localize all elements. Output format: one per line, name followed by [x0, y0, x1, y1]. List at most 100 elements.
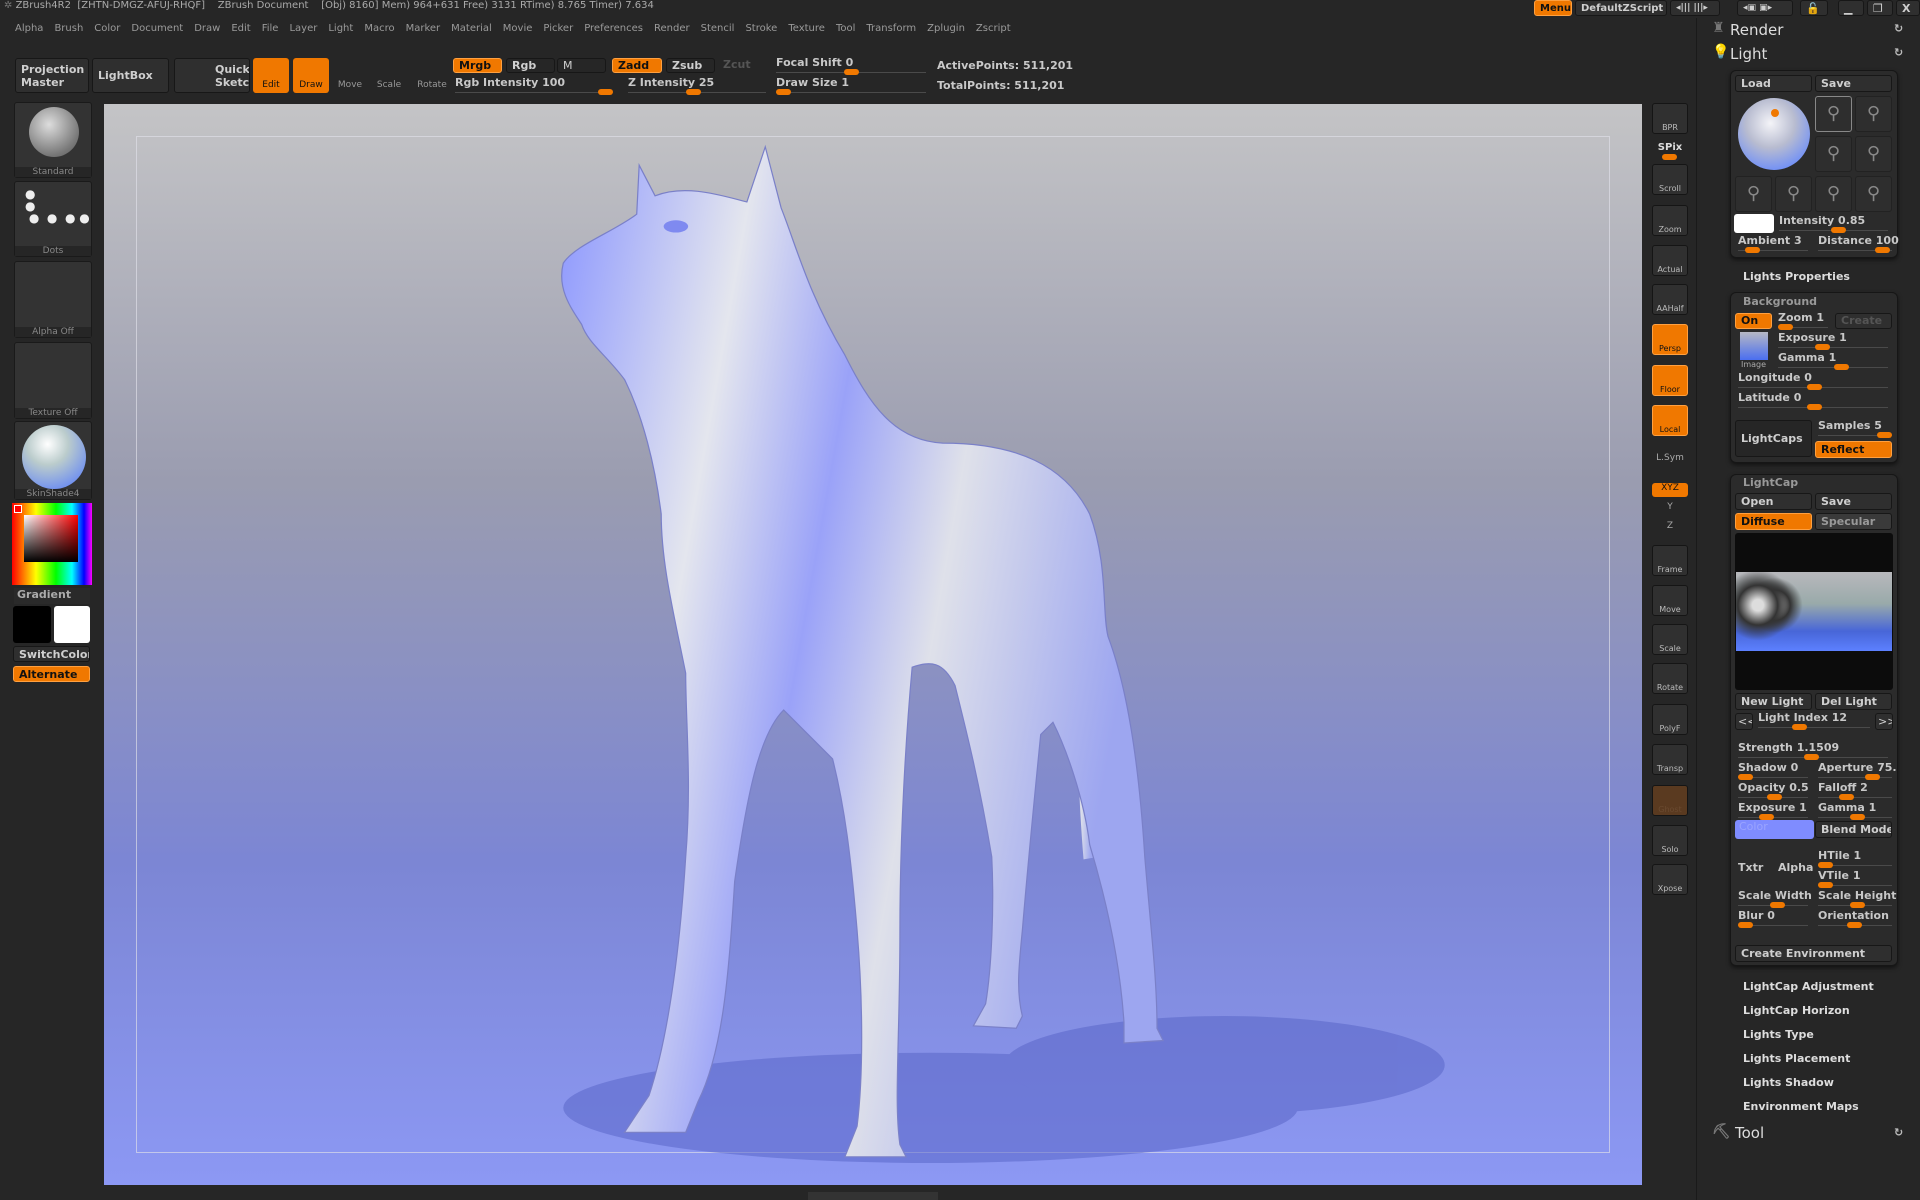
lightcap-vtile-slider[interactable]: VTile 1 — [1818, 869, 1892, 889]
secondary-color-swatch[interactable] — [54, 606, 90, 643]
menu-color[interactable]: Color — [94, 23, 120, 34]
lightcap-exposure-slider[interactable]: Exposure 1 — [1738, 801, 1808, 821]
z-intensity-slider[interactable]: Z Intensity 25 — [628, 76, 766, 96]
menu-movie[interactable]: Movie — [503, 23, 533, 34]
blend-mode-button[interactable]: Blend Mode — [1815, 821, 1892, 838]
intensity-slider[interactable]: Intensity 0.85 — [1779, 214, 1888, 234]
main-color-swatch[interactable] — [13, 606, 51, 643]
menu-light[interactable]: Light — [328, 23, 353, 34]
slider-knob[interactable] — [686, 89, 701, 95]
lightcap-blur-slider[interactable]: Blur 0 — [1738, 909, 1808, 929]
environment-maps-header[interactable]: Environment Maps — [1743, 1100, 1859, 1113]
txtr-button[interactable]: Txtr — [1738, 861, 1763, 874]
shelf-polyf-button[interactable]: PolyF — [1652, 704, 1688, 735]
lightcap-preview[interactable] — [1735, 533, 1893, 690]
restore-icon[interactable]: ❐ — [1867, 0, 1893, 16]
shelf-floor-button[interactable]: Floor — [1652, 365, 1688, 396]
lightcap-orientation-slider[interactable]: Orientation — [1818, 909, 1892, 929]
next-light-button[interactable]: >> — [1875, 713, 1893, 730]
shelf-z-button[interactable]: Z — [1652, 521, 1688, 537]
rgb-button[interactable]: Rgb — [506, 58, 555, 73]
slider-knob[interactable] — [1850, 814, 1865, 820]
alpha-button[interactable]: Alpha — [1778, 861, 1813, 874]
slider-knob[interactable] — [1662, 154, 1677, 160]
m-button[interactable]: M — [557, 58, 606, 73]
minimize-icon[interactable]: ▁ — [1838, 0, 1864, 16]
prev-light-button[interactable]: << — [1735, 713, 1753, 730]
light-bulb-2-button[interactable]: ⚲ — [1855, 96, 1892, 132]
rgb-intensity-slider[interactable]: Rgb Intensity 100 — [455, 76, 613, 96]
quick-sketch-button[interactable]: Quick Sketch — [174, 58, 250, 93]
light-bulb-6-button[interactable]: ⚲ — [1775, 176, 1812, 212]
reset-icon[interactable]: ↻ — [1894, 22, 1903, 35]
distance-slider[interactable]: Distance 100 — [1818, 234, 1899, 254]
slider-knob[interactable] — [844, 69, 859, 75]
slider-knob[interactable] — [1770, 902, 1785, 908]
shelf-move-button[interactable]: Move — [1652, 585, 1688, 616]
light-bulb-3-button[interactable]: ⚲ — [1815, 136, 1852, 172]
slider-knob[interactable] — [1875, 247, 1890, 253]
menu-file[interactable]: File — [262, 23, 279, 34]
del-light-button[interactable]: Del Light — [1815, 693, 1892, 710]
lights-properties-header[interactable]: Lights Properties — [1743, 270, 1850, 283]
bg-zoom-slider[interactable]: Zoom 1 — [1778, 311, 1828, 331]
lightcap-falloff-slider[interactable]: Falloff 2 — [1818, 781, 1892, 801]
slider-knob[interactable] — [776, 89, 791, 95]
light-color-swatch[interactable] — [1734, 214, 1774, 233]
light-menu-header[interactable]: Light — [1730, 45, 1767, 63]
light-color-button[interactable]: Color — [1735, 820, 1814, 839]
menu-texture[interactable]: Texture — [788, 23, 825, 34]
light-load-button[interactable]: Load — [1735, 75, 1812, 92]
lightcap-htile-slider[interactable]: HTile 1 — [1818, 849, 1892, 869]
create-environment-button[interactable]: Create Environment — [1735, 945, 1892, 962]
shelf-lsym-button[interactable]: L.Sym — [1652, 453, 1688, 469]
shelf-ghost-button[interactable]: Ghost — [1652, 785, 1688, 816]
slider-knob[interactable] — [1877, 432, 1892, 438]
switch-color-button[interactable]: SwitchColor — [13, 646, 90, 662]
bg-image-thumbnail[interactable] — [1740, 332, 1768, 360]
zcut-button[interactable]: Zcut — [718, 58, 758, 73]
draw-button[interactable]: Draw — [293, 58, 329, 93]
alpha-selector[interactable]: Alpha Off — [14, 261, 92, 338]
rotate-button[interactable]: Rotate — [414, 60, 450, 93]
bg-exposure-slider[interactable]: Exposure 1 — [1778, 331, 1888, 351]
lightbox-button[interactable]: LightBox — [92, 58, 169, 93]
light-bulb-7-button[interactable]: ⚲ — [1815, 176, 1852, 212]
slider-knob[interactable] — [1818, 862, 1833, 868]
menu-picker[interactable]: Picker — [543, 23, 573, 34]
move-button[interactable]: Move — [335, 60, 365, 93]
projection-master-button[interactable]: Projection Master — [15, 58, 89, 93]
shelf-scroll-button[interactable]: Scroll — [1652, 164, 1688, 195]
new-light-button[interactable]: New Light — [1735, 693, 1812, 710]
brush-selector[interactable]: Standard — [14, 102, 92, 178]
latitude-slider[interactable]: Latitude 0 — [1738, 391, 1888, 411]
lightcap-header[interactable]: LightCap — [1743, 476, 1798, 489]
layout-arrows-button[interactable]: ◂▣ ▣▸ — [1737, 0, 1793, 16]
menu-document[interactable]: Document — [131, 23, 183, 34]
color-picker[interactable] — [12, 503, 92, 585]
color-square[interactable] — [24, 515, 78, 562]
gradient-button[interactable]: Gradient — [14, 588, 90, 604]
light-save-button[interactable]: Save — [1815, 75, 1892, 92]
shelf-bpr-button[interactable]: BPR — [1652, 103, 1688, 134]
lights-placement-header[interactable]: Lights Placement — [1743, 1052, 1850, 1065]
reflect-button[interactable]: Reflect — [1815, 441, 1892, 458]
slider-knob[interactable] — [1745, 247, 1760, 253]
lights-shadow-header[interactable]: Lights Shadow — [1743, 1076, 1834, 1089]
lightcap-strength-slider[interactable]: Strength 1.1509 — [1738, 741, 1888, 761]
alternate-button[interactable]: Alternate — [13, 666, 90, 682]
slider-knob[interactable] — [1738, 922, 1753, 928]
slider-knob[interactable] — [1815, 344, 1830, 350]
default-zscript-button[interactable]: DefaultZScript — [1575, 0, 1667, 16]
dog-model[interactable] — [104, 104, 1642, 1185]
material-selector[interactable]: SkinShade4 — [14, 421, 92, 500]
slider-knob[interactable] — [1767, 794, 1782, 800]
slider-knob[interactable] — [1807, 384, 1822, 390]
focal-shift-slider[interactable]: Focal Shift 0 — [776, 56, 926, 76]
menu-macro[interactable]: Macro — [364, 23, 394, 34]
specular-button[interactable]: Specular — [1815, 513, 1892, 530]
menu-zscript[interactable]: Zscript — [976, 23, 1011, 34]
close-icon[interactable]: X — [1896, 0, 1920, 16]
lightcap-shadow-slider[interactable]: Shadow 0 — [1738, 761, 1808, 781]
tool-menu-header[interactable]: Tool — [1735, 1124, 1764, 1142]
